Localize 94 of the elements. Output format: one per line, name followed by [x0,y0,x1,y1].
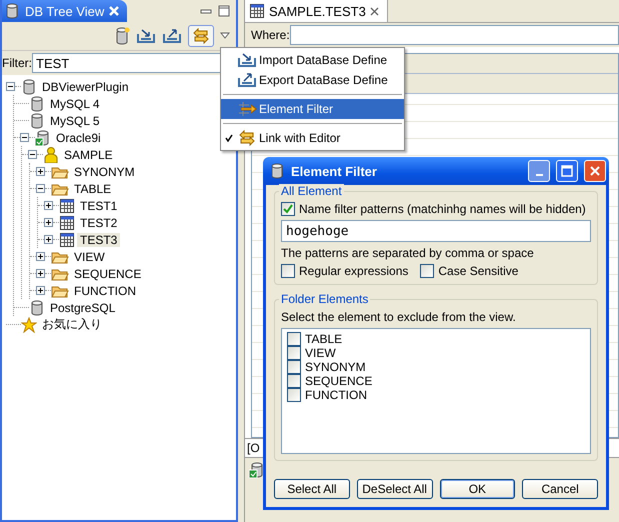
minimize-button[interactable] [528,160,550,182]
checkbox[interactable] [287,332,301,346]
person-icon [43,146,59,162]
checkbox-label: SYNONYM [305,360,366,374]
view-tab[interactable]: DB Tree View [2,0,128,22]
checkbox[interactable] [287,388,301,402]
import-icon [237,52,257,68]
dialog-button[interactable]: OK [440,479,516,499]
checkbox-label: TABLE [305,332,342,346]
menu-item[interactable]: Element Filter [221,99,404,119]
close-icon[interactable] [370,6,379,16]
checkbox-label: FUNCTION [305,388,367,402]
bottom-tab[interactable]: [O [247,441,260,455]
maximize-icon [561,165,573,177]
database-check-icon [35,130,51,146]
checkbox[interactable] [281,264,295,278]
maximize-button[interactable] [556,160,578,182]
tree-item[interactable]: TEST2 [77,216,120,230]
close-icon [590,166,600,176]
tree-item[interactable]: DBViewerPlugin [39,80,132,94]
tree-item[interactable]: MySQL 5 [47,114,103,128]
export-icon[interactable] [162,28,182,44]
tree-item[interactable]: TEST1 [77,198,120,212]
tree-item[interactable]: FUNCTION [71,284,139,298]
checkbox[interactable] [287,346,301,360]
menu-item[interactable]: Export DataBase Define [221,70,404,90]
dialog-title: Element Filter [291,164,378,178]
table-icon [59,232,75,248]
menu-item[interactable]: Link with Editor [221,128,404,148]
database-check-icon [249,462,265,478]
checkbox[interactable] [420,264,434,278]
close-button[interactable] [584,160,606,182]
tree-item[interactable]: SAMPLE [61,148,116,162]
tree-item[interactable]: SEQUENCE [71,266,144,280]
expand-icon[interactable] [36,286,45,295]
collapse-icon[interactable] [20,133,29,142]
table-icon [249,3,265,19]
tree-item[interactable]: SYNONYM [71,164,138,178]
tree-item[interactable]: Oracle9i [53,130,104,144]
pattern-field[interactable]: hogehoge [281,220,591,242]
checkbox[interactable] [287,360,301,374]
expand-icon[interactable] [44,201,53,210]
dialog-button[interactable]: Select All [274,479,350,499]
database-icon [29,96,45,112]
table-icon [59,214,75,230]
where-label: Where: [251,28,290,42]
tree-item[interactable]: TEST3 [77,232,120,246]
dialog-button[interactable]: DeSelect All [356,479,432,499]
link-toggle-button[interactable] [188,25,214,47]
arrows-icon [237,130,257,146]
export-icon [237,72,257,88]
database-icon [21,78,37,94]
checkbox[interactable] [281,202,295,216]
database-icon [29,112,45,128]
filter-icon [237,101,257,117]
checkbox-label: SEQUENCE [305,374,372,388]
dialog-icon [269,163,285,179]
checkbox-label: Name filter patterns (matchinhg names will be hidden) [299,202,586,216]
collapse-icon[interactable] [36,184,45,193]
checkbox-label: Regular expressions [299,264,408,278]
collapse-icon[interactable] [6,82,15,91]
import-icon[interactable] [136,28,156,44]
checkbox-label: VIEW [305,346,336,360]
tree-item[interactable]: TABLE [71,182,114,196]
editor-tab[interactable]: SAMPLE.TEST3 [245,0,388,22]
table-icon [59,198,75,214]
tree-item[interactable]: MySQL 4 [47,96,103,110]
expand-icon[interactable] [44,235,53,244]
group-title: All Element [279,184,344,198]
checkbox-label: Case Sensitive [438,264,518,278]
maximize-icon[interactable] [218,5,230,17]
database-add-icon[interactable] [114,27,130,45]
hint-text: The patterns are separated by comma or space [281,246,535,260]
dialog-button[interactable]: Cancel [522,479,598,499]
tree-item[interactable]: お気に入り [39,316,105,333]
expand-icon[interactable] [36,252,45,261]
database-icon [4,3,20,19]
star-icon [21,316,37,332]
expand-icon[interactable] [36,167,45,176]
group-title: Folder Elements [279,292,370,306]
arrows-icon [191,28,211,44]
collapse-icon[interactable] [28,150,37,159]
tree-item[interactable]: PostgreSQL [47,300,118,314]
checkbox[interactable] [287,374,301,388]
description-text: Select the element to exclude from the view. [281,310,517,324]
expand-icon[interactable] [36,269,45,278]
tree-item[interactable]: VIEW [71,250,108,264]
minimize-icon [536,174,542,176]
where-field[interactable] [290,25,619,45]
filter-label: Filter: [2,56,32,70]
expand-icon[interactable] [44,218,53,227]
check-icon [283,204,293,214]
dropdown-icon[interactable] [220,32,230,40]
database-icon [29,300,45,316]
